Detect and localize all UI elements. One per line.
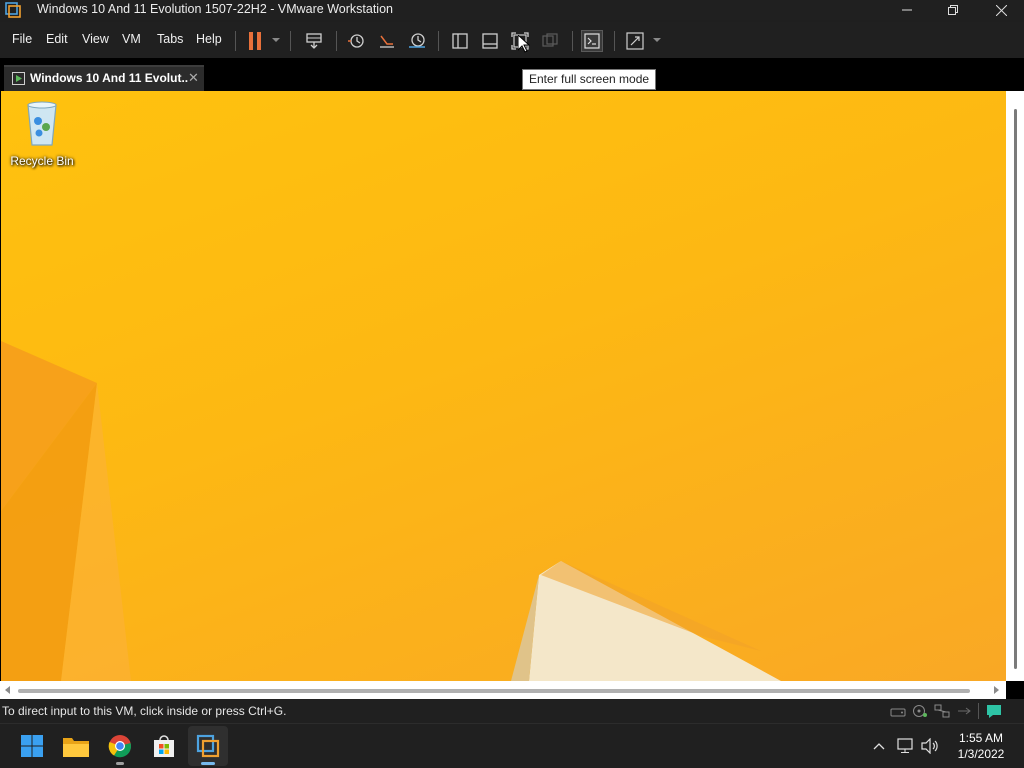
toolbar-separator	[438, 31, 439, 51]
send-ctrl-alt-del-button[interactable]	[303, 30, 325, 52]
status-bar: To direct input to this VM, click inside…	[0, 699, 1024, 723]
minimize-button[interactable]	[884, 0, 930, 20]
toolbar-separator	[572, 31, 573, 51]
scrollbar-corner	[1006, 681, 1024, 699]
show-thumbnail-bar-button[interactable]	[479, 30, 501, 52]
menu-vm[interactable]: VM	[122, 32, 141, 46]
menu-toolbar: File Edit View VM Tabs Help	[0, 22, 1024, 58]
restore-icon	[948, 5, 958, 15]
taskbar-chrome[interactable]	[100, 726, 140, 766]
snapshot-manager-icon	[409, 33, 425, 48]
close-button[interactable]	[978, 0, 1024, 20]
title-bar[interactable]: Windows 10 And 11 Evolution 1507-22H2 - …	[0, 0, 1024, 20]
vmware-workstation-icon	[196, 734, 220, 758]
volume-icon	[921, 738, 938, 754]
restore-button[interactable]	[930, 0, 976, 20]
running-indicator	[116, 762, 124, 765]
chevron-up-icon	[873, 743, 885, 750]
usb-status-icon[interactable]	[956, 704, 972, 718]
show-hidden-icons-button[interactable]	[870, 737, 888, 755]
tab-vm[interactable]: Windows 10 And 11 Evolut... ✕	[4, 65, 204, 91]
library-view-icon	[452, 33, 468, 49]
stretch-guest-button[interactable]	[624, 30, 646, 52]
console-view-icon	[584, 33, 600, 49]
chrome-icon	[108, 735, 132, 758]
menu-tabs[interactable]: Tabs	[157, 32, 183, 46]
clock-time: 1:55 AM	[958, 731, 1004, 745]
vmware-app-icon	[5, 2, 21, 18]
recycle-bin-icon	[27, 101, 57, 146]
revert-snapshot-button[interactable]	[376, 30, 398, 52]
send-ctrl-alt-del-icon	[306, 33, 322, 49]
toolbar-separator	[235, 31, 236, 51]
close-icon	[995, 4, 1007, 16]
desktop-icon-label: Recycle Bin	[10, 154, 74, 168]
file-explorer-icon	[63, 738, 89, 757]
snapshot-manager-button[interactable]	[406, 30, 428, 52]
start-icon	[21, 735, 43, 757]
pause-button[interactable]	[244, 30, 266, 52]
network-tray-button[interactable]	[897, 737, 915, 755]
tooltip: Enter full screen mode	[522, 69, 657, 90]
stretch-guest-icon	[626, 32, 644, 50]
hard-disk-status-icon[interactable]	[890, 704, 906, 718]
taskbar: 1:55 AM 1/3/2022	[0, 723, 1024, 768]
active-indicator	[201, 762, 215, 765]
thumbnail-bar-icon	[482, 33, 498, 49]
vm-tab-icon	[12, 72, 25, 85]
network-icon	[897, 738, 913, 753]
cd-dvd-status-icon[interactable]	[912, 704, 928, 718]
message-log-icon[interactable]	[986, 704, 1002, 718]
unity-button[interactable]	[539, 30, 561, 52]
vertical-scrollbar-thumb[interactable]	[1014, 109, 1017, 669]
taskbar-clock[interactable]: 1:55 AM 1/3/2022	[946, 730, 1016, 762]
clock-date: 1/3/2022	[957, 747, 1005, 761]
taskbar-microsoft-store[interactable]	[144, 726, 184, 766]
stretch-dropdown-arrow[interactable]	[653, 38, 661, 42]
menu-edit[interactable]: Edit	[46, 32, 68, 46]
scroll-right-arrow-icon[interactable]	[994, 686, 999, 694]
desktop-icon-recycle-bin[interactable]: Recycle Bin	[7, 99, 77, 168]
vmware-window: Windows 10 And 11 Evolution 1507-22H2 - …	[0, 0, 1024, 768]
vm-display[interactable]: Recycle Bin	[0, 91, 1024, 699]
tab-label: Windows 10 And 11 Evolut...	[30, 71, 188, 85]
snapshot-icon	[348, 34, 364, 48]
toolbar-separator	[290, 31, 291, 51]
pause-icon	[249, 32, 261, 50]
wallpaper-shapes	[1, 341, 781, 681]
status-message: To direct input to this VM, click inside…	[2, 704, 287, 718]
horizontal-scrollbar[interactable]	[0, 681, 1006, 699]
taskbar-vmware-workstation[interactable]	[188, 726, 228, 766]
taskbar-file-explorer[interactable]	[56, 726, 96, 766]
unity-icon	[542, 33, 558, 47]
status-separator	[978, 703, 979, 719]
window-title: Windows 10 And 11 Evolution 1507-22H2 - …	[37, 2, 393, 16]
toolbar-separator	[336, 31, 337, 51]
microsoft-store-icon	[154, 735, 174, 757]
horizontal-scrollbar-thumb[interactable]	[18, 689, 970, 693]
take-snapshot-button[interactable]	[345, 30, 367, 52]
tab-close-icon[interactable]: ✕	[188, 70, 199, 86]
menu-file[interactable]: File	[12, 32, 32, 46]
menu-view[interactable]: View	[82, 32, 109, 46]
vertical-scrollbar[interactable]	[1006, 91, 1024, 681]
power-dropdown-arrow[interactable]	[272, 38, 280, 42]
scroll-left-arrow-icon[interactable]	[5, 686, 10, 694]
menu-help[interactable]: Help	[196, 32, 222, 46]
tab-strip: Windows 10 And 11 Evolut... ✕	[0, 58, 1024, 91]
console-view-button[interactable]	[581, 30, 603, 52]
network-status-icon[interactable]	[934, 704, 950, 718]
show-library-button[interactable]	[449, 30, 471, 52]
guest-desktop[interactable]: Recycle Bin	[1, 91, 1006, 681]
toolbar-separator	[614, 31, 615, 51]
start-button[interactable]	[12, 726, 52, 766]
revert-snapshot-icon	[380, 35, 394, 48]
mouse-cursor-icon	[518, 35, 530, 53]
minimize-icon	[902, 9, 912, 11]
volume-tray-button[interactable]	[921, 737, 939, 755]
